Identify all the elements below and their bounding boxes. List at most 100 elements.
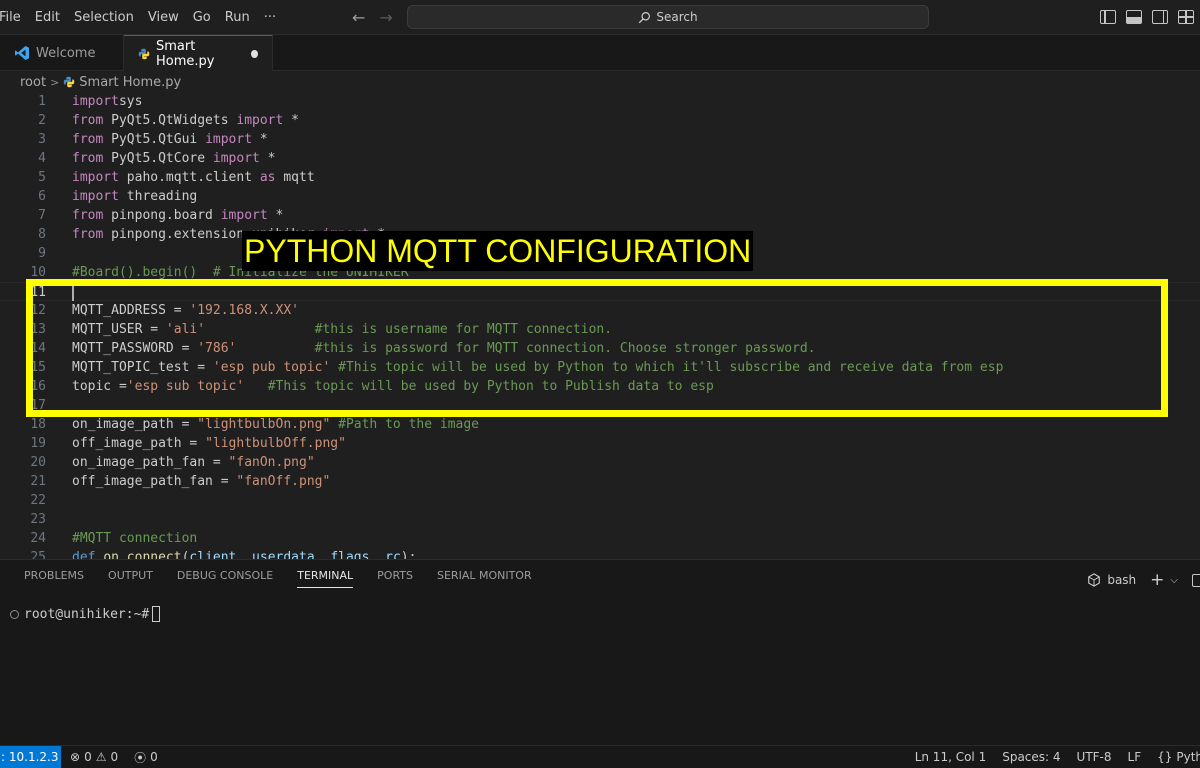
code-line[interactable]: 6 import threading xyxy=(0,187,1200,206)
terminal-prompt: root@unihiker:~# xyxy=(24,606,150,622)
cursor-position[interactable]: Ln 11, Col 1 xyxy=(915,750,987,764)
code-line[interactable]: 21 off_image_path_fan = "fanOff.png" xyxy=(0,472,1200,491)
warning-count: 0 xyxy=(110,750,119,764)
code-line[interactable]: 2 from PyQt5.QtWidgets import * xyxy=(0,111,1200,130)
line-number: 2 xyxy=(38,113,46,128)
search-icon xyxy=(639,11,651,23)
tab-welcome[interactable]: Welcome xyxy=(0,35,124,71)
code-line[interactable]: 24 #MQTT connection xyxy=(0,529,1200,548)
tab-output[interactable]: OUTPUT xyxy=(108,569,153,588)
menu-selection[interactable]: Selection xyxy=(67,0,141,35)
python-icon xyxy=(63,76,75,88)
code-token: on_connect xyxy=(103,550,182,559)
overlay-title: PYTHON MQTT CONFIGURATION xyxy=(242,231,754,271)
code-line[interactable]: 3 from PyQt5.QtGui import * xyxy=(0,130,1200,149)
tab-ports[interactable]: PORTS xyxy=(377,569,413,588)
remote-indicator[interactable]: H: 10.1.2.3 xyxy=(0,746,61,768)
breadcrumb-file[interactable]: Smart Home.py xyxy=(79,75,181,90)
code-line[interactable]: 1 importsys xyxy=(0,92,1200,111)
tab-smart-home-py[interactable]: Smart Home.py xyxy=(124,35,273,71)
forward-arrow-icon[interactable]: → xyxy=(379,8,392,27)
ports-count: 0 xyxy=(150,750,158,764)
search-label: Search xyxy=(656,10,698,24)
ports-indicator[interactable]: ⦿ 0 xyxy=(134,749,158,766)
menu-go[interactable]: Go xyxy=(186,0,218,35)
code-token: PyQt5.QtCore xyxy=(103,151,213,166)
back-arrow-icon[interactable]: ← xyxy=(352,8,365,27)
code-token: * xyxy=(252,132,268,147)
code-line[interactable]: 19 off_image_path = "lightbulbOff.png" xyxy=(0,434,1200,453)
problems-indicator[interactable]: ⊗ 0 ⚠ 0 xyxy=(70,750,118,764)
code-token: ): xyxy=(400,550,417,559)
code-line[interactable]: 18 on_image_path = "lightbulbOn.png" #Pat… xyxy=(0,415,1200,434)
code-token: * xyxy=(267,208,284,223)
breadcrumb: root > Smart Home.py xyxy=(20,72,181,92)
code-token: , xyxy=(369,550,386,559)
indentation[interactable]: Spaces: 4 xyxy=(1002,750,1060,764)
code-token: import xyxy=(72,189,119,204)
code-line[interactable]: 22 xyxy=(0,491,1200,510)
line-number: 21 xyxy=(30,474,46,489)
line-code: import threading xyxy=(72,187,197,206)
line-code: from pinpong.board import * xyxy=(72,206,283,225)
status-bar: H: 10.1.2.3 ⊗ 0 ⚠ 0 ⦿ 0 Ln 11, Col 1 Spa… xyxy=(0,745,1200,768)
tab-label: Smart Home.py xyxy=(156,38,215,69)
code-token: mqtt xyxy=(275,170,315,185)
language-mode[interactable]: {} Python xyxy=(1157,750,1200,764)
tab-terminal[interactable]: TERMINAL xyxy=(297,569,354,588)
toggle-secondary-sidebar-icon[interactable] xyxy=(1152,10,1168,24)
tab-problems[interactable]: PROBLEMS xyxy=(24,569,84,588)
command-center-search[interactable]: Search xyxy=(407,5,929,29)
code-line[interactable]: 7 from pinpong.board import * xyxy=(0,206,1200,225)
status-left: ⊗ 0 ⚠ 0 ⦿ 0 xyxy=(70,746,158,768)
code-line[interactable]: 5 import paho.mqtt.client as mqtt xyxy=(0,168,1200,187)
highlight-box xyxy=(26,279,1168,417)
code-token: PyQt5.QtGui xyxy=(103,132,206,147)
terminal-output[interactable]: root@unihiker:~# xyxy=(10,606,161,622)
end-of-line[interactable]: LF xyxy=(1128,750,1142,764)
customize-layout-icon[interactable] xyxy=(1178,10,1194,24)
line-number: 5 xyxy=(38,170,46,185)
code-token: pinpong.board xyxy=(103,208,221,223)
remote-label: H: 10.1.2.3 xyxy=(0,750,59,764)
layout-controls xyxy=(1100,10,1200,24)
broadcast-icon: ⦿ xyxy=(134,750,147,765)
code-line[interactable]: 20 on_image_path_fan = "fanOn.png" xyxy=(0,453,1200,472)
breadcrumb-root[interactable]: root xyxy=(20,75,46,90)
split-terminal-icon[interactable] xyxy=(1192,573,1200,587)
language-label: Python xyxy=(1176,750,1200,764)
line-code: from PyQt5.QtGui import * xyxy=(72,130,268,149)
line-number: 23 xyxy=(30,512,46,527)
code-token: , xyxy=(314,550,331,559)
encoding[interactable]: UTF-8 xyxy=(1077,750,1112,764)
menu-file[interactable]: File xyxy=(0,0,28,35)
code-line[interactable]: 23 xyxy=(0,510,1200,529)
code-token: #Path to the image xyxy=(338,417,480,432)
menu-run[interactable]: Run xyxy=(218,0,257,35)
terminal-cursor xyxy=(152,606,161,622)
line-number: 24 xyxy=(30,531,46,546)
menu-edit[interactable]: Edit xyxy=(28,0,67,35)
code-token: , xyxy=(236,550,253,559)
line-number: 20 xyxy=(30,455,46,470)
chevron-down-icon[interactable]: ⌵ xyxy=(1170,575,1178,586)
code-token: PyQt5.QtWidgets xyxy=(103,113,237,128)
code-line[interactable]: 25 def on_connect(client, userdata, flags… xyxy=(0,548,1200,559)
code-token: on_image_path_fan = xyxy=(72,455,229,470)
tab-debug-console[interactable]: DEBUG CONSOLE xyxy=(177,569,273,588)
unsaved-changes-dot-icon[interactable] xyxy=(251,49,258,58)
line-number: 7 xyxy=(38,208,46,223)
command-decoration-icon xyxy=(10,609,19,619)
code-line[interactable]: 4 from PyQt5.QtCore import * xyxy=(0,149,1200,168)
code-token: sys xyxy=(118,94,143,109)
code-token: "fanOn.png" xyxy=(228,455,315,470)
line-code: import paho.mqtt.client as mqtt xyxy=(72,168,315,187)
toggle-primary-sidebar-icon[interactable] xyxy=(1100,10,1116,24)
code-token: from xyxy=(72,151,104,166)
menu-view[interactable]: View xyxy=(141,0,186,35)
menu-more[interactable]: ··· xyxy=(257,0,283,35)
terminal-shell-label[interactable]: bash xyxy=(1107,573,1136,587)
toggle-panel-icon[interactable] xyxy=(1126,10,1142,24)
new-terminal-plus-icon[interactable]: + xyxy=(1150,570,1164,590)
tab-serial-monitor[interactable]: SERIAL MONITOR xyxy=(437,569,532,588)
